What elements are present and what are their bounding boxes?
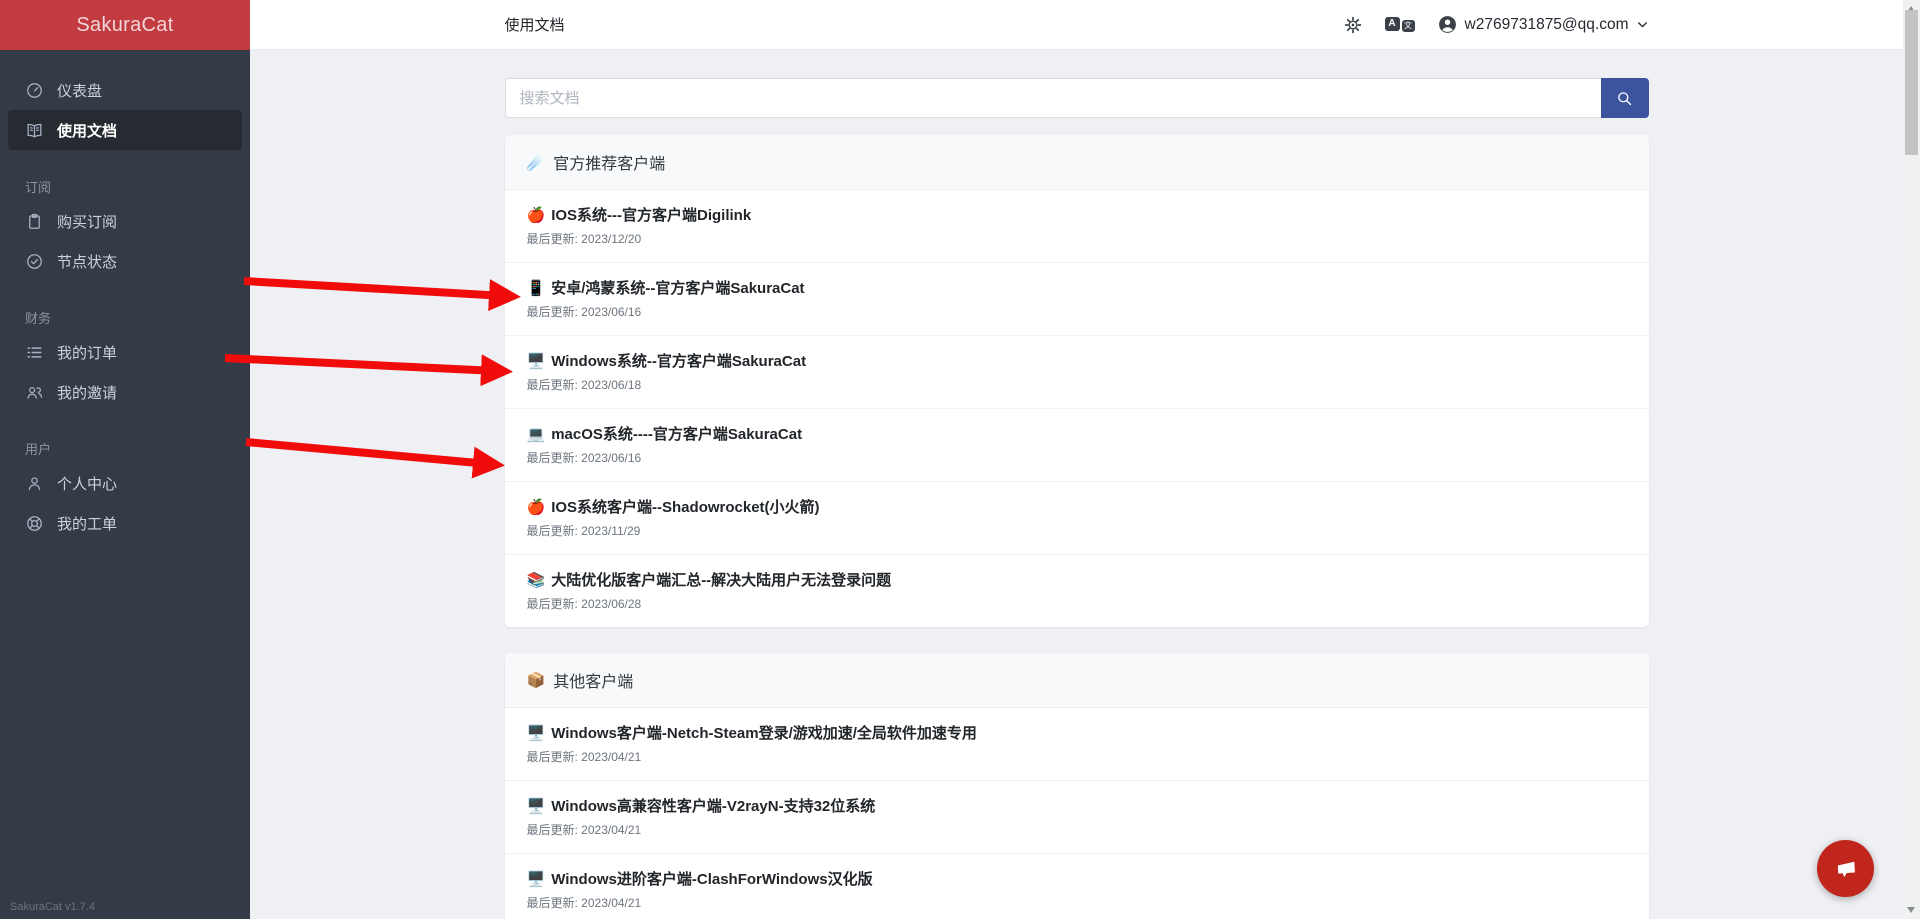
sidebar-item-dashboard[interactable]: 仪表盘 <box>8 70 242 110</box>
docs-section-title: 官方推荐客户端 <box>553 150 665 174</box>
check-circle-icon <box>25 252 44 271</box>
doc-row-ios-shadowrocket[interactable]: 🍎 IOS系统客户端--Shadowrocket(小火箭) 最后更新: 2023/… <box>505 482 1649 555</box>
comet-emoji-icon: ☄️ <box>527 155 546 170</box>
doc-row-android-harmony[interactable]: 📱 安卓/鸿蒙系统--官方客户端SakuraCat 最后更新: 2023/06/1… <box>505 263 1649 336</box>
doc-title[interactable]: Windows系统--官方客户端SakuraCat <box>551 351 806 372</box>
sidebar-item-label: 我的邀请 <box>57 382 117 403</box>
sidebar-section-subscription: 订阅 <box>25 175 250 201</box>
doc-title[interactable]: Windows高兼容性客户端-V2rayN-支持32位系统 <box>551 796 875 817</box>
clipboard-icon <box>25 212 44 231</box>
search-icon <box>1615 89 1634 108</box>
search-button[interactable] <box>1601 78 1649 118</box>
doc-updated: 最后更新: 2023/04/21 <box>527 896 1627 911</box>
sidebar-item-profile[interactable]: 个人中心 <box>8 463 242 503</box>
sidebar-item-label: 使用文档 <box>57 120 117 141</box>
desktop-emoji-icon: 🖥️ <box>527 354 546 369</box>
desktop-emoji-icon: 🖥️ <box>527 799 546 814</box>
doc-updated: 最后更新: 2023/06/28 <box>527 597 1627 612</box>
lifebuoy-icon <box>25 514 44 533</box>
laptop-emoji-icon: 💻 <box>527 427 546 442</box>
doc-row-ios-digilink[interactable]: 🍎 IOS系统---官方客户端Digilink 最后更新: 2023/12/20 <box>505 190 1649 263</box>
sidebar-item-label: 我的工单 <box>57 513 117 534</box>
doc-title[interactable]: IOS系统---官方客户端Digilink <box>551 205 751 226</box>
search-bar <box>505 78 1649 118</box>
scrollbar-down-arrow[interactable] <box>1907 907 1915 913</box>
doc-updated: 最后更新: 2023/06/18 <box>527 378 1627 393</box>
docs-section-title: 其他客户端 <box>553 668 633 692</box>
open-book-icon <box>25 121 44 140</box>
doc-title[interactable]: Windows客户端-Netch-Steam登录/游戏加速/全局软件加速专用 <box>551 723 977 744</box>
doc-row-mainland-clients[interactable]: 📚 大陆优化版客户端汇总--解决大陆用户无法登录问题 最后更新: 2023/06/… <box>505 555 1649 627</box>
translate-icon-latin: A <box>1385 17 1400 31</box>
search-input[interactable] <box>505 78 1601 118</box>
main-area: 使用文档 A 文 w2769731875@qq.com <box>250 0 1903 919</box>
doc-title[interactable]: macOS系统----官方客户端SakuraCat <box>551 424 802 445</box>
apple-emoji-icon: 🍎 <box>527 500 546 515</box>
topbar: 使用文档 A 文 w2769731875@qq.com <box>250 0 1903 50</box>
doc-updated: 最后更新: 2023/04/21 <box>527 750 1627 765</box>
sidebar-item-label: 个人中心 <box>57 473 117 494</box>
scrollbar-thumb[interactable] <box>1905 10 1918 155</box>
sidebar-item-docs[interactable]: 使用文档 <box>8 110 242 150</box>
sidebar-item-label: 仪表盘 <box>57 80 102 101</box>
sidebar-section-user: 用户 <box>25 437 250 463</box>
docs-card-other: 📦 其他客户端 🖥️ Windows客户端-Netch-Steam登录/游戏加速/… <box>505 653 1649 919</box>
sidebar-item-my-invites[interactable]: 我的邀请 <box>8 372 242 412</box>
docs-card-official: ☄️ 官方推荐客户端 🍎 IOS系统---官方客户端Digilink 最后更新: … <box>505 135 1649 627</box>
sidebar-item-my-tickets[interactable]: 我的工单 <box>8 503 242 543</box>
sidebar-item-my-orders[interactable]: 我的订单 <box>8 332 242 372</box>
chat-widget-button[interactable] <box>1817 840 1874 897</box>
sidebar-item-buy-subscription[interactable]: 购买订阅 <box>8 201 242 241</box>
package-emoji-icon: 📦 <box>527 673 546 688</box>
person-icon <box>25 474 44 493</box>
apple-emoji-icon: 🍎 <box>527 208 546 223</box>
doc-updated: 最后更新: 2023/12/20 <box>527 232 1627 247</box>
docs-section-header: 📦 其他客户端 <box>505 653 1649 708</box>
scrollbar-track[interactable] <box>1903 0 1920 919</box>
docs-section-header: ☄️ 官方推荐客户端 <box>505 135 1649 190</box>
doc-row-windows-clash[interactable]: 🖥️ Windows进阶客户端-ClashForWindows汉化版 最后更新: … <box>505 854 1649 919</box>
doc-updated: 最后更新: 2023/04/21 <box>527 823 1627 838</box>
sidebar: SakuraCat 仪表盘 使用文档 订阅 购买订阅 节点状态 <box>0 0 250 919</box>
sidebar-section-finance: 财务 <box>25 306 250 332</box>
doc-row-macos-official[interactable]: 💻 macOS系统----官方客户端SakuraCat 最后更新: 2023/06… <box>505 409 1649 482</box>
brand-logo[interactable]: SakuraCat <box>0 0 250 50</box>
doc-updated: 最后更新: 2023/06/16 <box>527 451 1627 466</box>
user-circle-icon <box>1437 14 1458 35</box>
phone-emoji-icon: 📱 <box>527 281 546 296</box>
sidebar-item-label: 购买订阅 <box>57 211 117 232</box>
gear-icon[interactable] <box>1343 15 1363 35</box>
doc-row-windows-v2rayn[interactable]: 🖥️ Windows高兼容性客户端-V2rayN-支持32位系统 最后更新: 20… <box>505 781 1649 854</box>
sidebar-item-label: 节点状态 <box>57 251 117 272</box>
chevron-down-icon <box>1636 18 1649 31</box>
sidebar-nav: 仪表盘 使用文档 订阅 购买订阅 节点状态 财务 我的订单 <box>0 50 250 543</box>
list-icon <box>25 343 44 362</box>
doc-title[interactable]: 安卓/鸿蒙系统--官方客户端SakuraCat <box>551 278 804 299</box>
user-email: w2769731875@qq.com <box>1465 16 1629 34</box>
doc-title[interactable]: 大陆优化版客户端汇总--解决大陆用户无法登录问题 <box>551 570 891 591</box>
doc-title[interactable]: Windows进阶客户端-ClashForWindows汉化版 <box>551 869 872 890</box>
translate-icon-cjk: 文 <box>1402 20 1415 32</box>
doc-title[interactable]: IOS系统客户端--Shadowrocket(小火箭) <box>551 497 819 518</box>
desktop-emoji-icon: 🖥️ <box>527 726 546 741</box>
page-title: 使用文档 <box>505 14 565 35</box>
sidebar-item-label: 我的订单 <box>57 342 117 363</box>
doc-row-windows-netch[interactable]: 🖥️ Windows客户端-Netch-Steam登录/游戏加速/全局软件加速专用… <box>505 708 1649 781</box>
sidebar-item-node-status[interactable]: 节点状态 <box>8 241 242 281</box>
books-emoji-icon: 📚 <box>527 573 546 588</box>
gauge-icon <box>25 81 44 100</box>
doc-updated: 最后更新: 2023/06/16 <box>527 305 1627 320</box>
user-menu[interactable]: w2769731875@qq.com <box>1437 14 1649 35</box>
doc-row-windows-official[interactable]: 🖥️ Windows系统--官方客户端SakuraCat 最后更新: 2023/0… <box>505 336 1649 409</box>
doc-updated: 最后更新: 2023/11/29 <box>527 524 1627 539</box>
desktop-emoji-icon: 🖥️ <box>527 872 546 887</box>
translate-icon[interactable]: A 文 <box>1385 17 1415 32</box>
app-version: SakuraCat v1.7.4 <box>10 901 95 913</box>
chat-bubble-icon <box>1831 854 1861 884</box>
people-icon <box>25 383 44 402</box>
